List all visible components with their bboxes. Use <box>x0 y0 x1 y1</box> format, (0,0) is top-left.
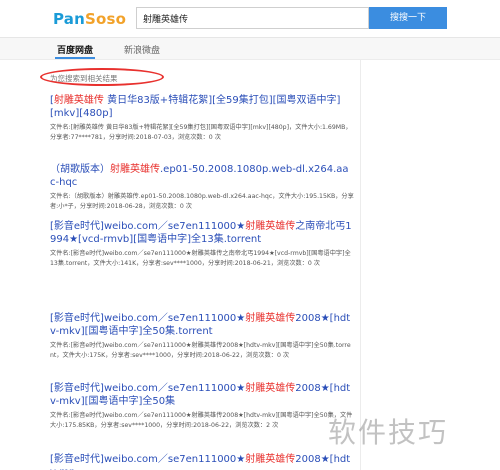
result-title-link[interactable]: （胡歌版本）射雕英雄传.ep01-50.2008.1080p.web-dl.x2… <box>50 163 354 189</box>
title-text: [影音e时代]weibo.com／se7en111000★ <box>50 313 246 324</box>
tab-sina-weipan[interactable]: 新浪微盘 <box>124 43 160 56</box>
list-item: （胡歌版本）射雕英雄传.ep01-50.2008.1080p.web-dl.x2… <box>50 163 354 211</box>
result-meta: 文件名:[影音e时代]weibo.com／se7en111000★射雕英雄传20… <box>50 342 351 359</box>
right-column-divider <box>360 60 361 470</box>
list-item: [影音e时代]weibo.com／se7en111000★射雕英雄传2008★[… <box>50 453 354 470</box>
title-text: [影音e时代]weibo.com／se7en111000★ <box>50 383 246 394</box>
header: PanSoso 搜搜一下 <box>0 0 500 38</box>
active-tab-indicator <box>55 57 95 59</box>
pansoso-logo[interactable]: PanSoso <box>53 10 126 28</box>
result-meta: 文件名:[射雕英雄传 黄日华83版+特辑花絮][全59集打包][国粤双语中字][… <box>50 124 352 141</box>
logo-pan-text: Pan <box>53 10 85 28</box>
result-meta: 文件名:[影音e时代]weibo.com／se7en111000★射雕英雄传20… <box>50 412 353 429</box>
keyword-highlight: 射雕英雄传 <box>245 383 296 394</box>
list-item: [影音e时代]weibo.com／se7en111000★射雕英雄传之南帝北丐1… <box>50 220 354 268</box>
red-annotation-circle <box>40 68 164 86</box>
logo-soso-text: Soso <box>85 10 127 28</box>
result-title-link[interactable]: [影音e时代]weibo.com／se7en111000★射雕英雄传之南帝北丐1… <box>50 220 354 246</box>
result-meta: 文件名:[影音e时代]weibo.com／se7en111000★射雕英雄传之南… <box>50 250 351 267</box>
search-button[interactable]: 搜搜一下 <box>369 7 447 29</box>
title-text: （胡歌版本） <box>50 164 110 175</box>
title-text: [影音e时代]weibo.com／se7en111000★ <box>50 454 246 465</box>
watermark-text: 软件技巧 <box>328 416 449 449</box>
keyword-highlight: 射雕英雄传 <box>245 313 296 324</box>
list-item: [影音e时代]weibo.com／se7en111000★射雕英雄传2008★[… <box>50 382 354 430</box>
keyword-highlight: 射雕英雄传 <box>245 454 296 465</box>
result-title-link[interactable]: [射雕英雄传 黄日华83版+特辑花絮][全59集打包][国粤双语中字][mkv]… <box>50 94 354 120</box>
keyword-highlight: 射雕英雄传 <box>110 164 160 175</box>
result-meta: 文件名:（胡歌版本）射雕英雄传.ep01-50.2008.1080p.web-d… <box>50 193 354 210</box>
list-item: [影音e时代]weibo.com／se7en111000★射雕英雄传2008★[… <box>50 312 354 360</box>
keyword-highlight: 射雕英雄传 <box>245 221 296 232</box>
list-item: [射雕英雄传 黄日华83版+特辑花絮][全59集打包][国粤双语中字][mkv]… <box>50 94 354 142</box>
result-title-link[interactable]: [影音e时代]weibo.com／se7en111000★射雕英雄传2008★[… <box>50 453 354 470</box>
keyword-highlight: 射雕英雄传 <box>53 95 104 106</box>
result-title-link[interactable]: [影音e时代]weibo.com／se7en111000★射雕英雄传2008★[… <box>50 312 354 338</box>
title-text: [影音e时代]weibo.com／se7en111000★ <box>50 221 246 232</box>
tab-baidu-pan[interactable]: 百度网盘 <box>57 43 93 56</box>
source-tabs: 百度网盘 新浪微盘 <box>0 38 500 60</box>
search-input[interactable] <box>136 7 369 29</box>
result-title-link[interactable]: [影音e时代]weibo.com／se7en111000★射雕英雄传2008★[… <box>50 382 354 408</box>
